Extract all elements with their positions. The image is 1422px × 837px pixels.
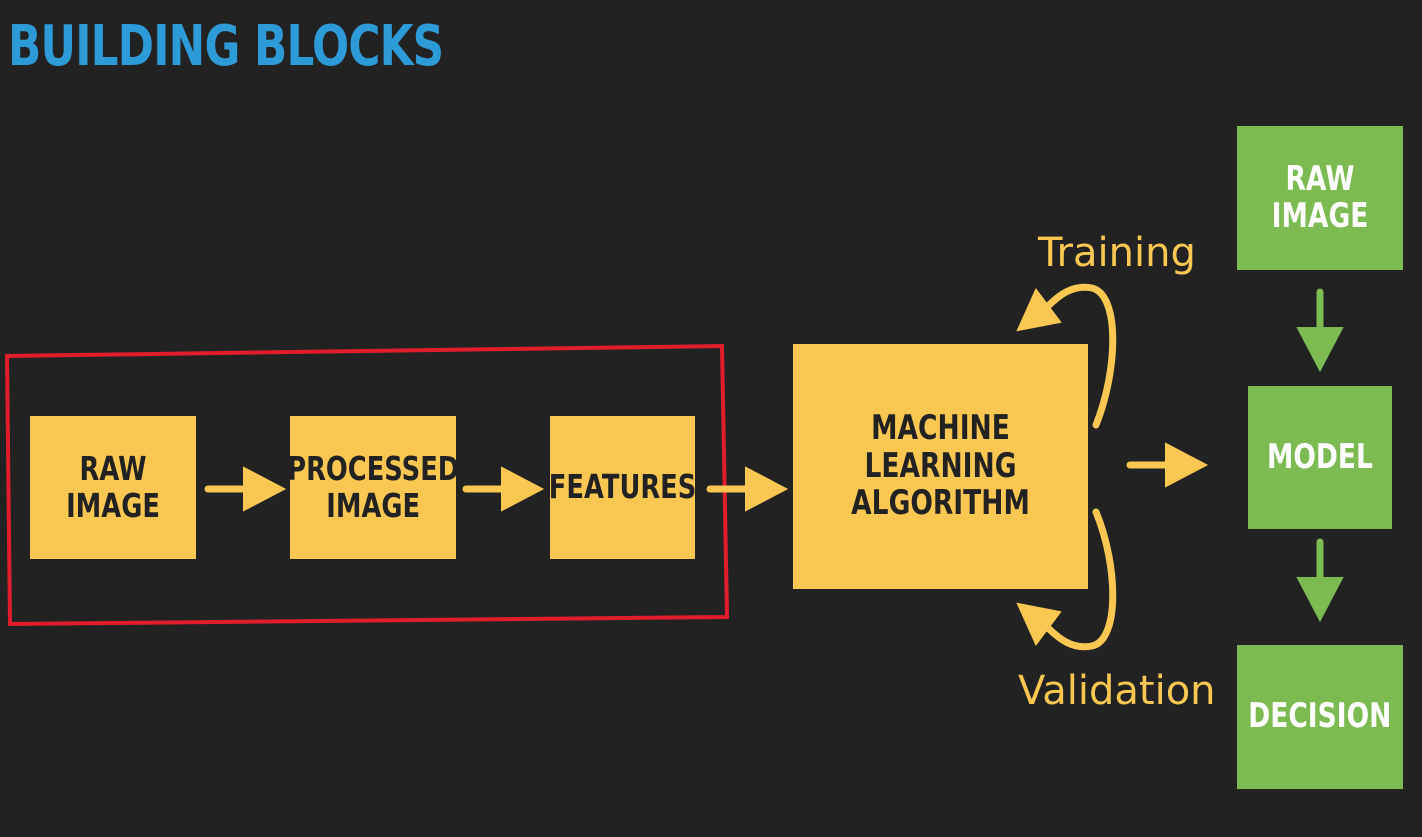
right-arrow-icon xyxy=(204,466,287,512)
right-arrow-icon xyxy=(462,466,545,512)
raw-image-box: RAW IMAGE xyxy=(30,416,196,559)
validation-label: Validation xyxy=(1018,668,1216,714)
deploy-raw-image-label: RAW IMAGE xyxy=(1271,158,1369,236)
features-label: FEATURES xyxy=(548,467,697,507)
right-arrow-icon xyxy=(706,466,789,512)
down-arrow-icon xyxy=(1296,288,1344,373)
deploy-raw-image-box: RAW IMAGE xyxy=(1237,126,1403,270)
page-title: BUILDING BLOCKS xyxy=(8,14,444,79)
decision-label: DECISION xyxy=(1248,696,1392,737)
model-label: MODEL xyxy=(1267,436,1373,477)
down-arrow-icon xyxy=(1296,538,1344,623)
right-arrow-icon xyxy=(1126,442,1209,488)
training-label: Training xyxy=(1038,230,1196,276)
slide: BUILDING BLOCKS RAW IMAGE PROCESSED IMAG… xyxy=(0,0,1422,837)
features-box: FEATURES xyxy=(548,416,697,559)
raw-image-label: RAW IMAGE xyxy=(66,449,160,525)
ml-algorithm-box: MACHINE LEARNING ALGORITHM xyxy=(793,344,1088,589)
decision-box: DECISION xyxy=(1237,645,1403,789)
processed-image-box: PROCESSED IMAGE xyxy=(287,416,459,559)
ml-algorithm-label: MACHINE LEARNING ALGORITHM xyxy=(851,408,1030,524)
model-box: MODEL xyxy=(1248,386,1392,529)
processed-image-label: PROCESSED IMAGE xyxy=(287,449,459,525)
